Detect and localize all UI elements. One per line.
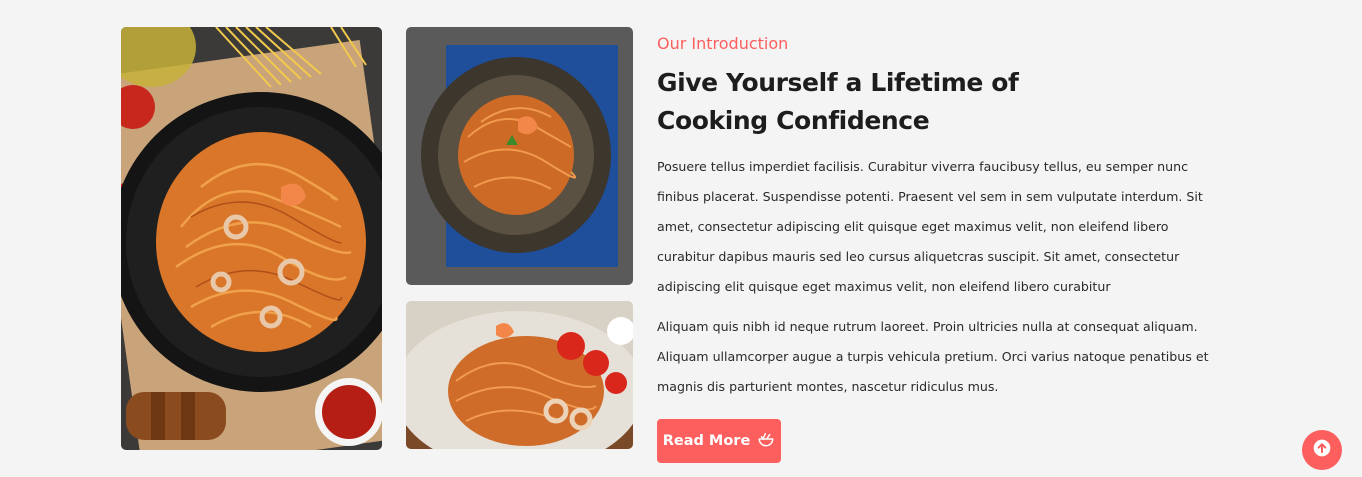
food-bowl-icon [757, 430, 775, 452]
photo-spaghetti-pan [121, 27, 382, 450]
arrow-up-circle-icon [1312, 438, 1332, 462]
intro-section: Our Introduction Give Yourself a Lifetim… [657, 30, 1217, 402]
photo-spaghetti-plate [406, 301, 633, 449]
intro-paragraph-1: Posuere tellus imperdiet facilisis. Cura… [657, 159, 1203, 294]
back-to-top-button[interactable] [1302, 430, 1342, 470]
photo-spaghetti-bowl [406, 27, 633, 285]
section-heading: Give Yourself a Lifetime of Cooking Conf… [657, 64, 1217, 140]
read-more-button[interactable]: Read More [657, 419, 781, 463]
read-more-label: Read More [662, 433, 751, 449]
section-heading-line-1: Give Yourself a Lifetime of [657, 68, 1019, 97]
intro-paragraph-2: Aliquam quis nibh id neque rutrum laoree… [657, 319, 1209, 394]
section-eyebrow: Our Introduction [657, 34, 789, 53]
section-heading-line-2: Cooking Confidence [657, 106, 930, 135]
